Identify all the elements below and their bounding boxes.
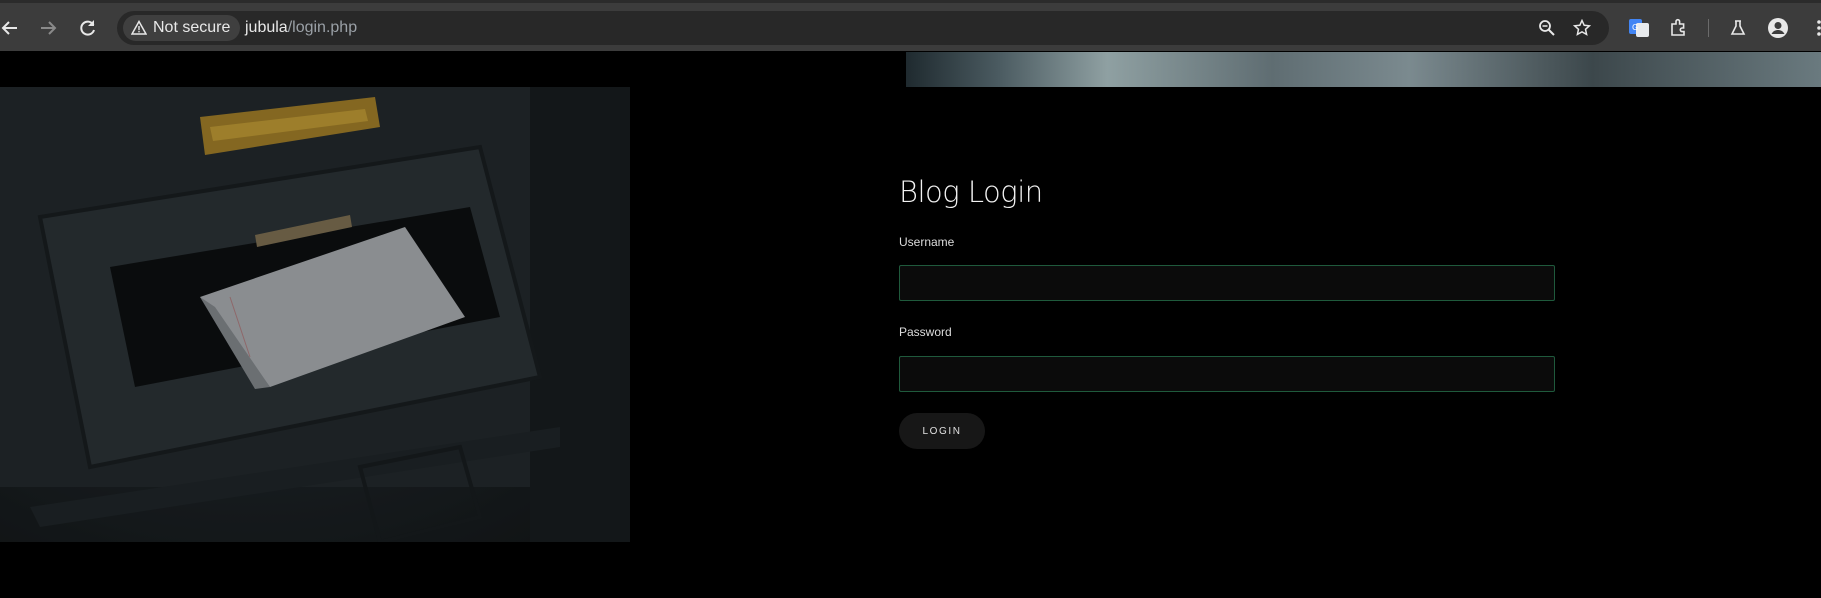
back-arrow-icon — [1, 21, 17, 35]
forward-arrow-icon — [41, 21, 57, 35]
security-label: Not secure — [153, 19, 231, 36]
extensions-icon — [1671, 18, 1685, 36]
reload-icon — [80, 20, 95, 36]
login-button[interactable]: LOGIN — [899, 413, 985, 449]
page-title: Blog Login — [899, 175, 1043, 209]
labs-flask-icon — [1730, 20, 1746, 35]
reload-button[interactable] — [75, 15, 101, 41]
warning-icon — [131, 20, 147, 35]
banner-image-strip — [906, 52, 1821, 87]
security-chip[interactable]: Not secure — [123, 15, 241, 41]
zoom-icon — [1539, 20, 1555, 36]
translate-icon: G — [1629, 19, 1649, 37]
forward-button[interactable] — [35, 15, 61, 41]
mailbox-letter-illustration — [0, 87, 630, 542]
url-text[interactable]: jubula/login.php — [245, 11, 357, 45]
address-bar[interactable]: Not secure jubula/login.php — [117, 11, 1609, 45]
browser-toolbar: Not secure jubula/login.php G — [0, 0, 1821, 51]
hero-image — [0, 87, 630, 542]
bookmark-star-icon — [1573, 19, 1591, 36]
url-host: jubula — [245, 19, 288, 36]
zoom-button[interactable] — [1537, 18, 1557, 38]
menu-button[interactable] — [1807, 16, 1821, 40]
translate-button[interactable]: G — [1627, 16, 1651, 40]
back-button[interactable] — [0, 15, 23, 41]
username-label: Username — [899, 235, 955, 249]
url-path: /login.php — [287, 19, 358, 36]
extensions-button[interactable] — [1667, 16, 1691, 40]
password-input[interactable] — [899, 356, 1555, 392]
toolbar-separator — [1708, 19, 1709, 37]
svg-text:G: G — [1632, 23, 1638, 32]
profile-icon — [1768, 18, 1788, 38]
menu-kebab-icon — [1817, 20, 1821, 36]
password-label: Password — [899, 325, 952, 339]
labs-button[interactable] — [1726, 16, 1750, 40]
username-input[interactable] — [899, 265, 1555, 301]
bookmark-button[interactable] — [1572, 18, 1592, 38]
profile-button[interactable] — [1766, 16, 1790, 40]
